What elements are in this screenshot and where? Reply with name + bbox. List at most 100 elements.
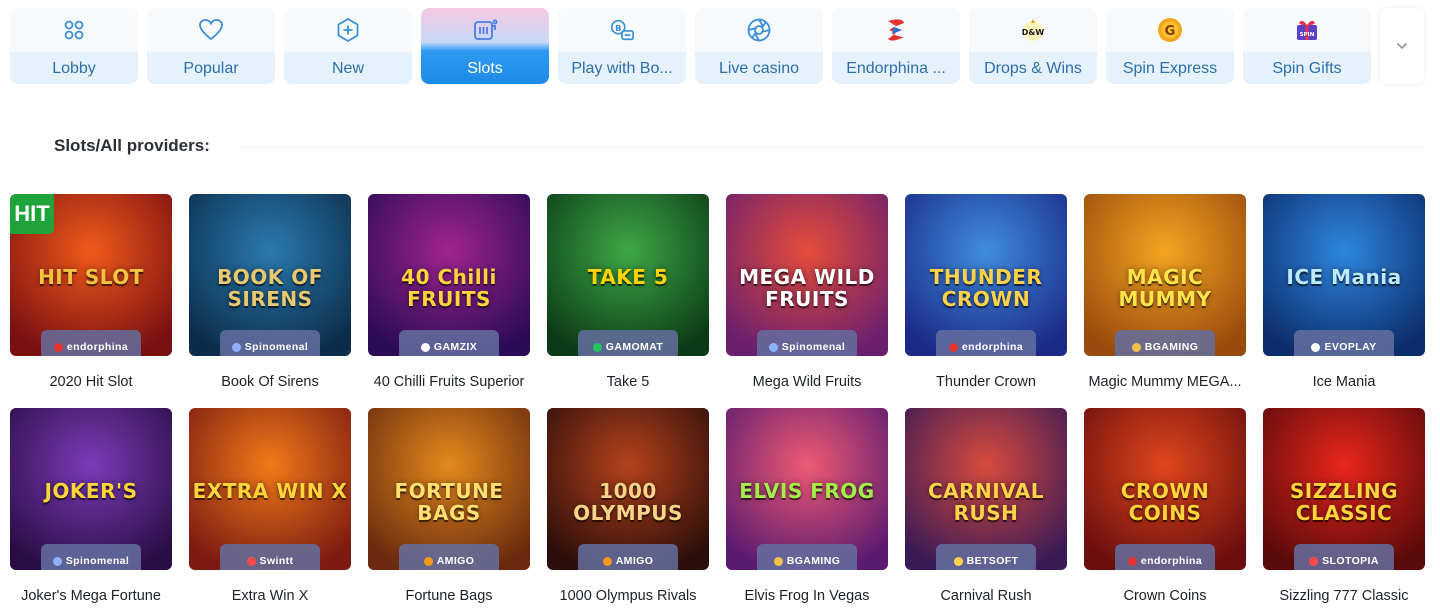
game-logo-text: FORTUNE BAGS [394, 479, 504, 525]
game-title[interactable]: Fortune Bags [368, 588, 530, 604]
tab-label: Live casino [718, 60, 800, 77]
heart-icon [198, 17, 224, 43]
provider-logo-icon [953, 556, 963, 566]
tab-label: Slots [467, 60, 503, 77]
game-card[interactable]: CROWN COINS endorphina Crown Coins [1084, 408, 1246, 608]
game-title[interactable]: Take 5 [547, 374, 709, 390]
game-card[interactable]: JOKER'S Spinomenal Joker's Mega Fortune [10, 408, 172, 608]
provider-logo-icon [948, 342, 958, 352]
game-title[interactable]: Joker's Mega Fortune [10, 588, 172, 604]
tab-label: Spin Express [1122, 60, 1218, 77]
svg-text:B: B [615, 23, 621, 33]
game-card[interactable]: BOOK OF SIRENS Spinomenal Book Of Sirens [189, 194, 351, 394]
game-card[interactable]: ELVIS FROG BGAMING Elvis Frog In Vegas [726, 408, 888, 608]
game-card[interactable]: MEGA WILD FRUITS Spinomenal Mega Wild Frui… [726, 194, 888, 394]
game-title[interactable]: Sizzling 777 Classic [1263, 588, 1425, 604]
game-title[interactable]: Ice Mania [1263, 374, 1425, 390]
spin-gifts-logo-icon: SPIN [1294, 17, 1320, 43]
bonus-coin-icon: B [609, 17, 635, 43]
slot-machine-icon [472, 17, 498, 43]
game-card[interactable]: TAKE 5 GAMOMAT Take 5 [547, 194, 709, 394]
game-card[interactable]: 40 Chilli FRUITS GAMZIX 40 Chilli Fruits S… [368, 194, 530, 394]
tab-label: Endorphina ... [846, 60, 946, 77]
game-card[interactable]: EXTRA WIN X Swintt Extra Win X [189, 408, 351, 608]
game-title[interactable]: Crown Coins [1084, 588, 1246, 604]
game-thumbnail[interactable]: EXTRA WIN X Swintt [189, 408, 351, 570]
game-title[interactable]: Extra Win X [189, 588, 351, 604]
tab-slots[interactable]: Slots [421, 8, 549, 84]
provider-name: endorphina [961, 341, 1024, 353]
game-title[interactable]: 2020 Hit Slot [10, 374, 172, 390]
provider-logo-icon [592, 342, 602, 352]
game-logo-text: BOOK OF SIRENS [217, 265, 323, 311]
provider-name: BGAMING [786, 555, 841, 567]
game-title[interactable]: Elvis Frog In Vegas [726, 588, 888, 604]
game-card[interactable]: FORTUNE BAGS AMIGO Fortune Bags [368, 408, 530, 608]
game-card[interactable]: SIZZLING CLASSIC SLOTOPIA Sizzling 777 Cla… [1263, 408, 1425, 608]
game-thumbnail[interactable]: CROWN COINS endorphina [1084, 408, 1246, 570]
provider-badge: BGAMING [1115, 330, 1215, 356]
tab-spin-gifts[interactable]: SPIN Spin Gifts [1243, 8, 1371, 84]
provider-name: GAMOMAT [605, 341, 664, 353]
provider-logo-icon [602, 556, 612, 566]
provider-badge: SLOTOPIA [1294, 544, 1394, 570]
provider-name: endorphina [1140, 555, 1203, 567]
provider-name: Spinomenal [244, 341, 309, 353]
provider-name: EVOPLAY [1324, 341, 1377, 353]
provider-logo-icon [53, 342, 63, 352]
game-title[interactable]: Mega Wild Fruits [726, 374, 888, 390]
tab-endorphina[interactable]: Endorphina ... [832, 8, 960, 84]
game-thumbnail[interactable]: 1000 OLYMPUS AMIGO [547, 408, 709, 570]
tab-popular[interactable]: Popular [147, 8, 275, 84]
game-title[interactable]: Book Of Sirens [189, 374, 351, 390]
game-thumbnail[interactable]: ELVIS FROG BGAMING [726, 408, 888, 570]
game-thumbnail[interactable]: THUNDER CROWN endorphina [905, 194, 1067, 356]
game-thumbnail[interactable]: SIZZLING CLASSIC SLOTOPIA [1263, 408, 1425, 570]
tab-new[interactable]: New [284, 8, 412, 84]
game-thumbnail[interactable]: ICE Mania EVOPLAY [1263, 194, 1425, 356]
game-thumbnail[interactable]: TAKE 5 GAMOMAT [547, 194, 709, 356]
section-divider [242, 147, 1422, 148]
game-title[interactable]: Thunder Crown [905, 374, 1067, 390]
game-card[interactable]: MAGIC MUMMY BGAMING Magic Mummy MEGA... [1084, 194, 1246, 394]
svg-text:G: G [1165, 24, 1176, 39]
game-logo-text: ICE Mania [1286, 265, 1402, 289]
game-logo-text: JOKER'S [44, 479, 138, 503]
game-card[interactable]: 1000 OLYMPUS AMIGO 1000 Olympus Rivals [547, 408, 709, 608]
game-card[interactable]: THUNDER CROWN endorphina Thunder Crown [905, 194, 1067, 394]
tab-spin-express[interactable]: G Spin Express [1106, 8, 1234, 84]
game-thumbnail[interactable]: HIT SLOT HIT endorphina [10, 194, 172, 356]
game-card[interactable]: CARNIVAL RUSH BETSOFT Carnival Rush [905, 408, 1067, 608]
game-card[interactable]: HIT SLOT HIT endorphina 2020 Hit Slot [10, 194, 172, 394]
provider-badge: Spinomenal [757, 330, 857, 356]
provider-badge: endorphina [1115, 544, 1215, 570]
tab-play-with-bonus[interactable]: B Play with Bo... [558, 8, 686, 84]
game-logo-text: HIT SLOT [38, 265, 144, 289]
game-thumbnail[interactable]: CARNIVAL RUSH BETSOFT [905, 408, 1067, 570]
more-tabs-button[interactable] [1380, 8, 1424, 84]
provider-name: endorphina [66, 341, 129, 353]
game-thumbnail[interactable]: MEGA WILD FRUITS Spinomenal [726, 194, 888, 356]
tab-drops-wins[interactable]: D&W Drops & Wins [969, 8, 1097, 84]
game-title[interactable]: 1000 Olympus Rivals [547, 588, 709, 604]
provider-badge: AMIGO [578, 544, 678, 570]
game-title[interactable]: Magic Mummy MEGA... [1084, 374, 1246, 390]
provider-badge: Swintt [220, 544, 320, 570]
game-thumbnail[interactable]: JOKER'S Spinomenal [10, 408, 172, 570]
tab-live-casino[interactable]: Live casino [695, 8, 823, 84]
provider-logo-icon [52, 556, 62, 566]
provider-badge: BGAMING [757, 544, 857, 570]
provider-logo-icon [768, 342, 778, 352]
tab-lobby[interactable]: Lobby [10, 8, 138, 84]
tab-label: Lobby [52, 60, 96, 77]
game-logo-text: 1000 OLYMPUS [573, 479, 683, 525]
game-thumbnail[interactable]: BOOK OF SIRENS Spinomenal [189, 194, 351, 356]
game-thumbnail[interactable]: MAGIC MUMMY BGAMING [1084, 194, 1246, 356]
game-thumbnail[interactable]: FORTUNE BAGS AMIGO [368, 408, 530, 570]
provider-badge: Spinomenal [220, 330, 320, 356]
game-thumbnail[interactable]: 40 Chilli FRUITS GAMZIX [368, 194, 530, 356]
game-title[interactable]: Carnival Rush [905, 588, 1067, 604]
game-card[interactable]: ICE Mania EVOPLAY Ice Mania [1263, 194, 1425, 394]
provider-logo-icon [1309, 556, 1319, 566]
game-title[interactable]: 40 Chilli Fruits Superior [368, 374, 530, 390]
